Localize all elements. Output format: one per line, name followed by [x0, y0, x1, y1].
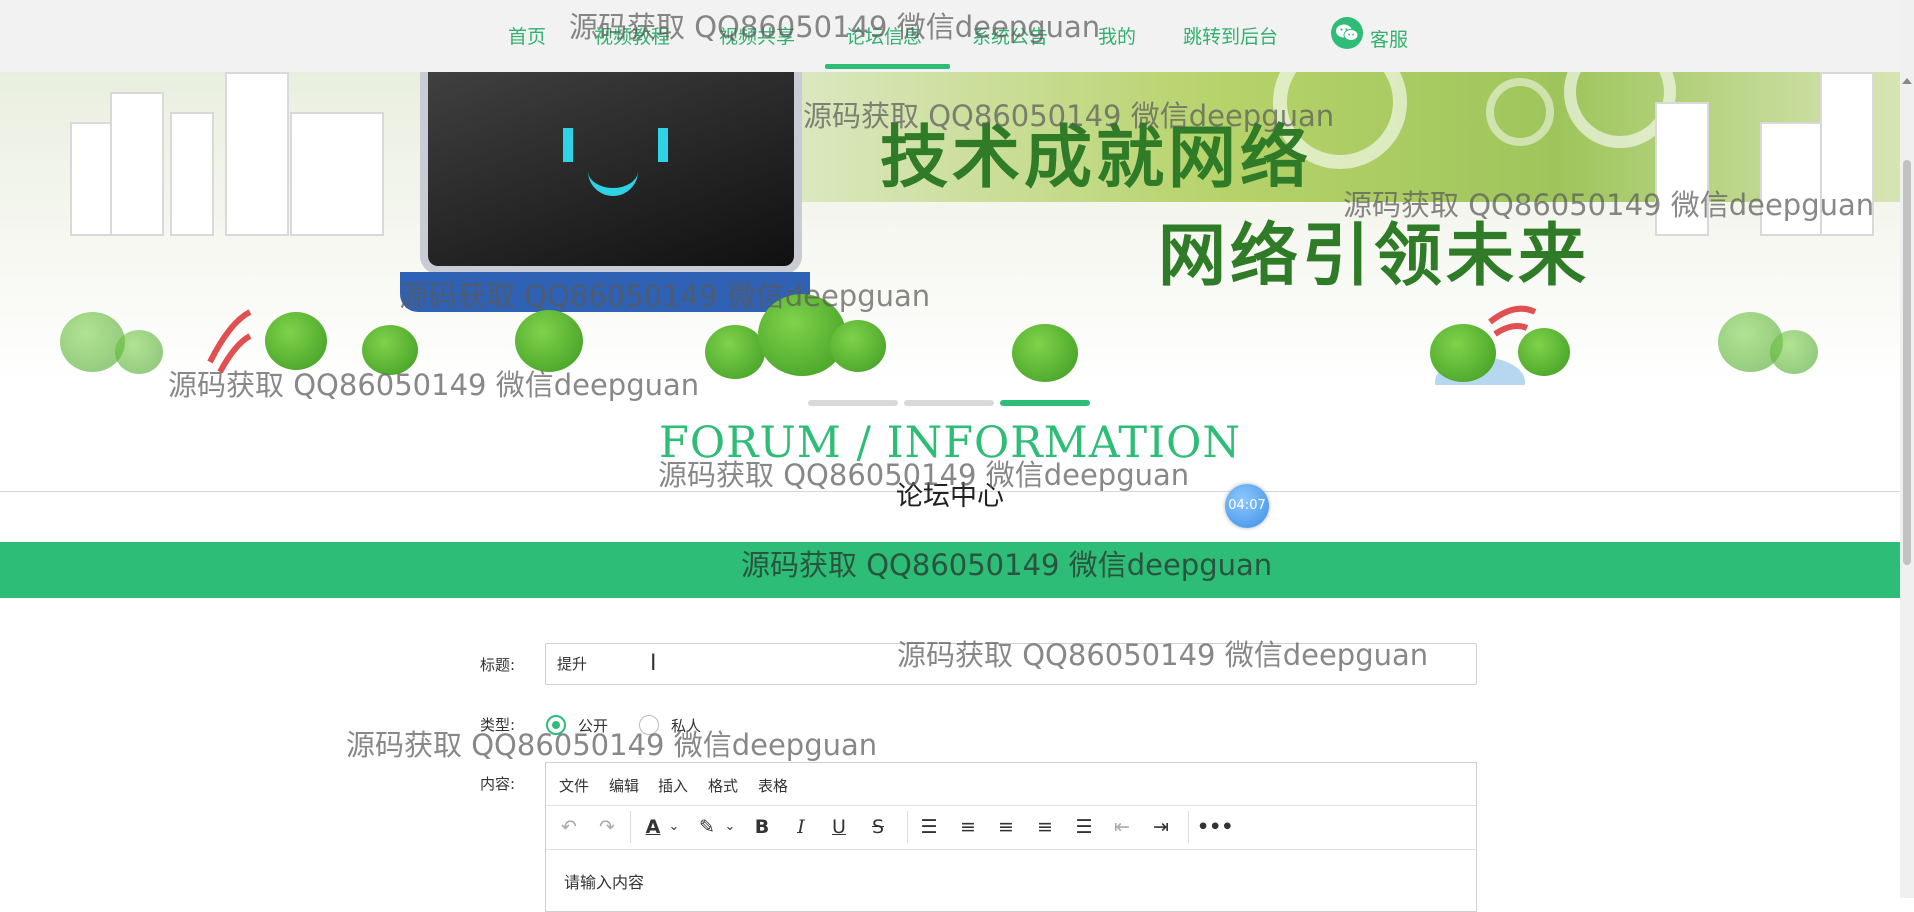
hero-banner: 技术成就网络 网络引领未来 [0, 72, 1900, 385]
carousel-dot-3-active[interactable] [1000, 400, 1090, 406]
scrollbar-thumb[interactable] [1903, 160, 1911, 565]
redo-icon[interactable]: ↷ [594, 814, 620, 840]
green-divider-bar [0, 542, 1900, 598]
strikethrough-icon[interactable]: S [865, 814, 891, 840]
editor-placeholder[interactable]: 请输入内容 [564, 869, 644, 893]
undo-icon[interactable]: ↶ [556, 814, 582, 840]
building-shape [170, 112, 214, 236]
nav-active-indicator [825, 64, 950, 69]
underline-icon[interactable]: U [826, 814, 852, 840]
tree-shape [830, 320, 886, 372]
editor-toolbar: ↶ ↷ A ⌄ ✎ ⌄ B I U S ☰ ≡ ≡ ≡ ☰ ⇤ ⇥ ••• [546, 805, 1476, 850]
top-nav: 首页 视频教程 视频共享 论坛信息 系统公告 我的 跳转到后台 客服 [0, 0, 1900, 72]
building-shape [1655, 102, 1709, 236]
tree-shape [115, 330, 163, 374]
tree-shape [1430, 324, 1496, 382]
font-color-icon[interactable]: A [640, 814, 666, 840]
section-title: FORUM / INFORMATION [659, 418, 1241, 468]
tree-shape [1012, 324, 1078, 382]
laptop-eye [658, 128, 668, 162]
tree-shape [60, 312, 125, 372]
title-label: 标题: [480, 656, 516, 674]
toolbar-separator [630, 811, 631, 843]
text-cursor-icon: I [650, 651, 657, 676]
tree-shape [1518, 328, 1570, 376]
carousel-dot-1[interactable] [808, 400, 898, 406]
nav-item-video-sharing[interactable]: 视频共享 [719, 22, 795, 49]
nav-item-service[interactable]: 客服 [1370, 25, 1408, 52]
building-shape [1820, 72, 1874, 236]
nav-item-forum[interactable]: 论坛信息 [846, 22, 922, 49]
tree-shape [705, 325, 765, 379]
laptop-eye [563, 128, 573, 162]
wechat-icon[interactable] [1331, 17, 1363, 49]
watermark: 源码获取 QQ86050149 微信deepguan [346, 728, 878, 762]
align-center-icon[interactable]: ≡ [993, 814, 1019, 840]
type-radio-public[interactable] [546, 715, 566, 735]
laptop-illustration [420, 72, 802, 274]
editor-menu-format[interactable]: 格式 [708, 775, 738, 796]
nav-item-announcements[interactable]: 系统公告 [972, 22, 1048, 49]
align-left-icon[interactable]: ≡ [955, 814, 981, 840]
laptop-mouth [588, 170, 638, 196]
editor-menu-file[interactable]: 文件 [559, 775, 589, 796]
tree-shape [265, 312, 327, 370]
building-shape [225, 72, 289, 236]
toolbar-separator [907, 811, 908, 843]
chevron-down-icon[interactable]: ⌄ [666, 814, 682, 840]
scroll-up-arrow-icon[interactable] [1902, 78, 1912, 84]
laptop-keyboard [400, 272, 810, 312]
nav-item-backend[interactable]: 跳转到后台 [1183, 22, 1278, 49]
more-icon[interactable]: ••• [1197, 814, 1233, 840]
type-option-private[interactable]: 私人 [671, 715, 701, 736]
banner-slogan-1: 技术成就网络 [880, 119, 1313, 198]
tree-shape [515, 310, 583, 372]
building-shape [290, 112, 384, 236]
editor-menu-edit[interactable]: 编辑 [609, 775, 639, 796]
line-height-icon[interactable]: ☰ [916, 814, 942, 840]
type-radio-private[interactable] [639, 715, 659, 735]
nav-item-home[interactable]: 首页 [508, 22, 546, 49]
bold-icon[interactable]: B [749, 814, 775, 840]
justify-icon[interactable]: ☰ [1071, 814, 1097, 840]
italic-icon[interactable]: I [788, 814, 814, 840]
tree-shape [362, 325, 418, 375]
banner-slogan-2: 网络引领未来 [1158, 217, 1591, 296]
building-shape [110, 92, 164, 236]
content-label: 内容: [480, 775, 516, 793]
rich-text-editor: 文件 编辑 插入 格式 表格 ↶ ↷ A ⌄ ✎ ⌄ B I U S ☰ ≡ ≡… [545, 762, 1477, 912]
indent-icon[interactable]: ⇥ [1148, 814, 1174, 840]
nav-item-video-tutorials[interactable]: 视频教程 [594, 22, 670, 49]
editor-menubar: 文件 编辑 插入 格式 表格 [546, 763, 1476, 806]
editor-menu-insert[interactable]: 插入 [658, 775, 688, 796]
outdent-icon[interactable]: ⇤ [1109, 814, 1135, 840]
editor-menu-table[interactable]: 表格 [758, 775, 788, 796]
align-right-icon[interactable]: ≡ [1032, 814, 1058, 840]
timer-badge[interactable]: 04:07 [1225, 484, 1269, 528]
title-input[interactable] [545, 643, 1477, 685]
type-option-public[interactable]: 公开 [578, 715, 608, 736]
highlight-icon[interactable]: ✎ [694, 814, 720, 840]
chevron-down-icon[interactable]: ⌄ [722, 814, 738, 840]
toolbar-separator [1188, 811, 1189, 843]
nav-item-mine[interactable]: 我的 [1098, 22, 1136, 49]
section-subtitle: 论坛中心 [896, 481, 1004, 512]
carousel-dot-2[interactable] [904, 400, 994, 406]
page-scrollbar[interactable] [1900, 0, 1914, 898]
type-label: 类型: [480, 716, 516, 734]
tree-shape [1770, 330, 1818, 374]
